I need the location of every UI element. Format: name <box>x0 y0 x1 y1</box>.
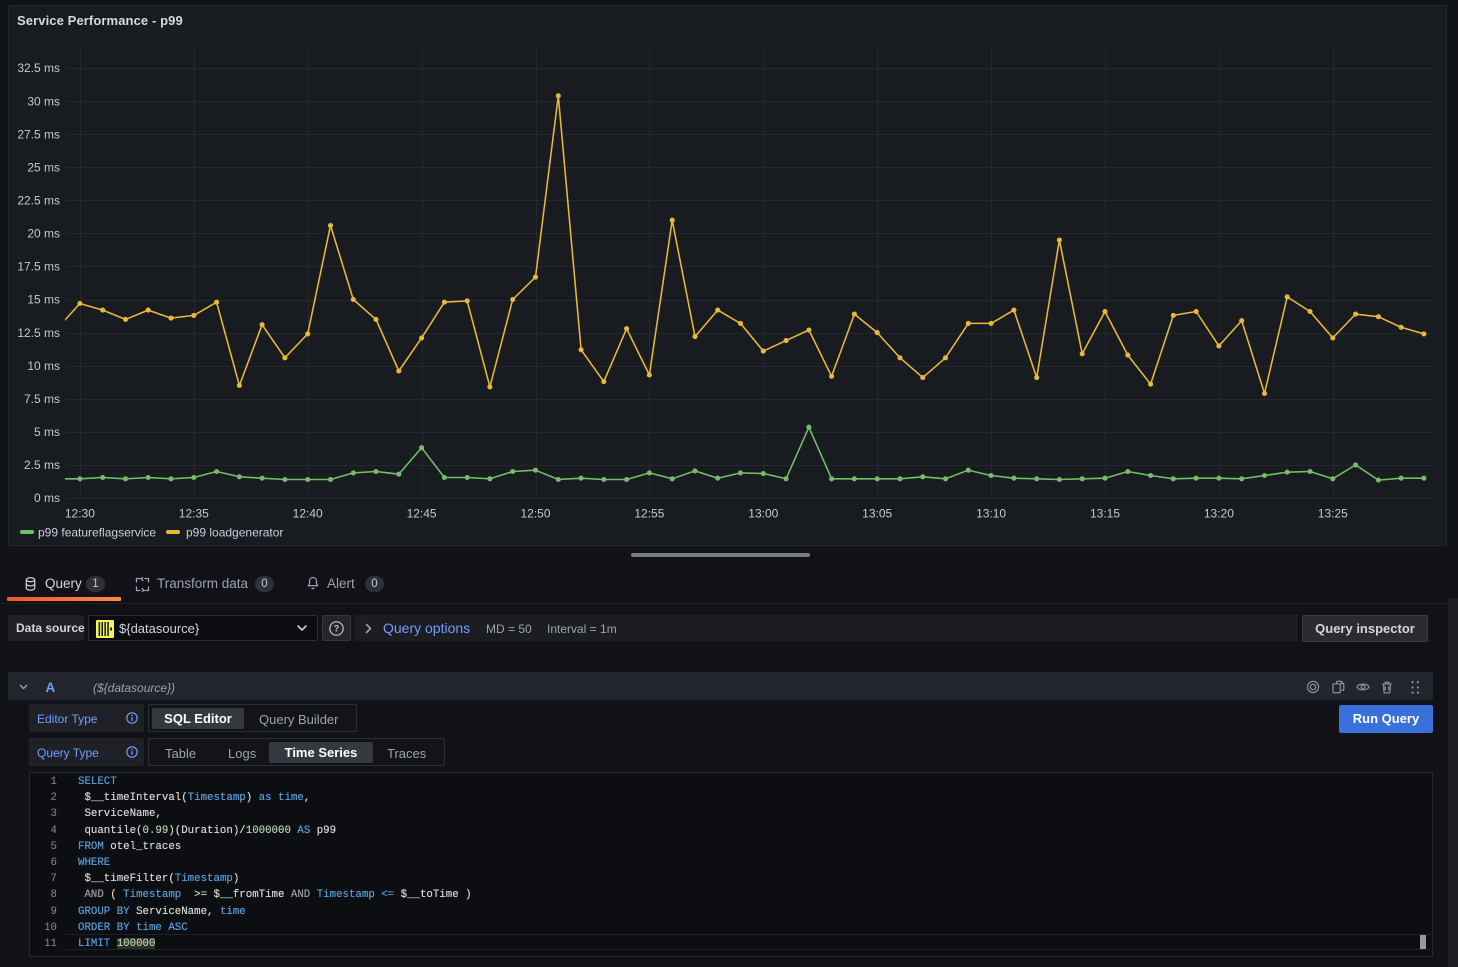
svg-text:13:05: 13:05 <box>862 507 892 521</box>
svg-text:12:50: 12:50 <box>520 507 550 521</box>
svg-text:12:35: 12:35 <box>179 507 209 521</box>
svg-text:17.5 ms: 17.5 ms <box>17 260 60 274</box>
svg-text:?: ? <box>334 623 340 633</box>
svg-text:20 ms: 20 ms <box>27 227 60 241</box>
svg-text:13:10: 13:10 <box>976 507 1006 521</box>
svg-text:13:20: 13:20 <box>1204 507 1234 521</box>
svg-text:30 ms: 30 ms <box>27 94 60 108</box>
svg-text:10 ms: 10 ms <box>27 359 60 373</box>
svg-text:12:30: 12:30 <box>65 507 95 521</box>
svg-text:p99 loadgenerator: p99 loadgenerator <box>186 526 283 540</box>
svg-text:12:40: 12:40 <box>293 507 323 521</box>
svg-text:13:25: 13:25 <box>1318 507 1348 521</box>
svg-text:32.5 ms: 32.5 ms <box>17 61 60 75</box>
svg-text:12.5 ms: 12.5 ms <box>17 326 60 340</box>
svg-text:12:55: 12:55 <box>634 507 664 521</box>
svg-text:13:15: 13:15 <box>1090 507 1120 521</box>
svg-text:15 ms: 15 ms <box>27 293 60 307</box>
svg-text:27.5 ms: 27.5 ms <box>17 127 60 141</box>
svg-text:22.5 ms: 22.5 ms <box>17 194 60 208</box>
svg-text:5 ms: 5 ms <box>34 425 60 439</box>
svg-text:p99 featureflagservice: p99 featureflagservice <box>38 526 156 540</box>
svg-text:7.5 ms: 7.5 ms <box>24 392 60 406</box>
svg-text:2.5 ms: 2.5 ms <box>24 458 60 472</box>
svg-text:0 ms: 0 ms <box>34 491 60 505</box>
svg-text:12:45: 12:45 <box>407 507 437 521</box>
svg-text:25 ms: 25 ms <box>27 160 60 174</box>
svg-text:13:00: 13:00 <box>748 507 778 521</box>
